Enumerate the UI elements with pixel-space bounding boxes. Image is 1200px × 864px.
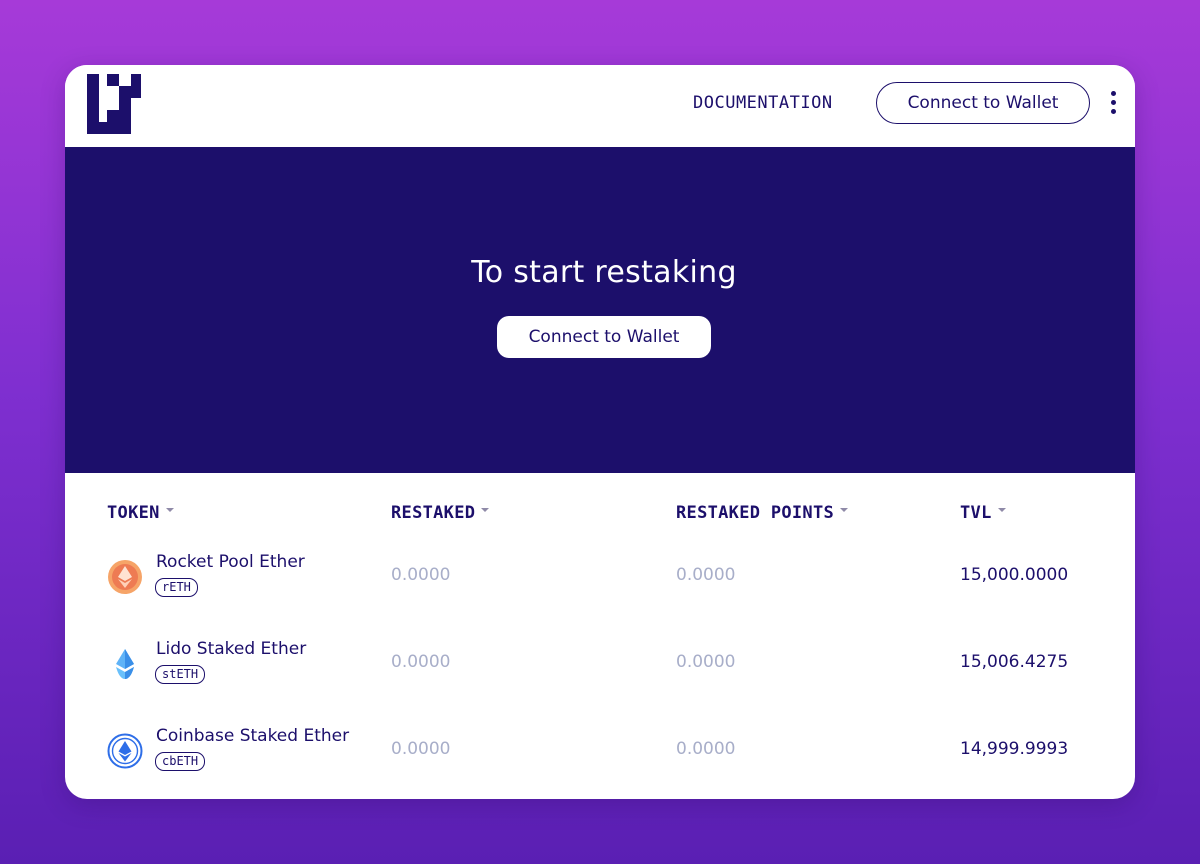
documentation-link[interactable]: DOCUMENTATION	[693, 93, 833, 113]
sort-caret-icon	[840, 508, 849, 512]
steth-token-icon	[116, 649, 134, 679]
tvl-value: 14,999.9993	[960, 739, 1069, 759]
restaked-points-value: 0.0000	[676, 652, 736, 672]
eigenlayer-logo[interactable]	[87, 74, 141, 134]
restaked-value: 0.0000	[391, 739, 451, 759]
restaked-value: 0.0000	[391, 565, 451, 585]
token-name: Lido Staked Ether	[156, 639, 307, 659]
restaked-points-value: 0.0000	[676, 565, 736, 585]
column-header-label: TOKEN	[107, 503, 160, 523]
column-header-tvl[interactable]: TVL	[960, 503, 1006, 523]
token-symbol-badge: stETH	[155, 665, 206, 684]
restaked-value: 0.0000	[391, 652, 451, 672]
restaked-points-value: 0.0000	[676, 739, 736, 759]
column-header-label: TVL	[960, 503, 992, 523]
token-name: Coinbase Staked Ether	[156, 726, 350, 746]
tvl-value: 15,000.0000	[960, 565, 1069, 585]
sort-caret-icon	[481, 508, 490, 512]
sort-caret-icon	[165, 508, 174, 512]
tvl-value: 15,006.4275	[960, 652, 1069, 672]
column-header-restaked-points[interactable]: RESTAKED POINTS	[676, 503, 849, 523]
restake-hero-panel: To start restaking Connect to Wallet	[65, 147, 1135, 473]
token-table: TOKEN RESTAKED RESTAKED POINTS TVL Rocke…	[65, 473, 1135, 799]
column-header-label: RESTAKED	[391, 503, 476, 523]
cbeth-token-icon	[107, 733, 143, 769]
app-window: DOCUMENTATION Connect to Wallet To start…	[65, 65, 1135, 799]
token-symbol-badge: rETH	[155, 578, 198, 597]
sort-caret-icon	[997, 508, 1006, 512]
hero-title: To start restaking	[471, 255, 737, 290]
reth-token-icon	[108, 560, 142, 594]
token-name: Rocket Pool Ether	[156, 552, 305, 572]
header-connect-wallet-button[interactable]: Connect to Wallet	[876, 82, 1090, 124]
column-header-label: RESTAKED POINTS	[676, 503, 835, 523]
column-header-token[interactable]: TOKEN	[107, 503, 174, 523]
table-row[interactable]: Lido Staked Ether stETH 0.0000 0.0000 15…	[65, 628, 1135, 698]
column-header-restaked[interactable]: RESTAKED	[391, 503, 490, 523]
hero-connect-wallet-button[interactable]: Connect to Wallet	[497, 316, 711, 358]
top-header: DOCUMENTATION Connect to Wallet	[65, 65, 1135, 147]
table-row[interactable]: Rocket Pool Ether rETH 0.0000 0.0000 15,…	[65, 541, 1135, 611]
kebab-menu-icon[interactable]	[1105, 91, 1121, 117]
table-row[interactable]: Coinbase Staked Ether cbETH 0.0000 0.000…	[65, 715, 1135, 785]
token-symbol-badge: cbETH	[155, 752, 206, 771]
